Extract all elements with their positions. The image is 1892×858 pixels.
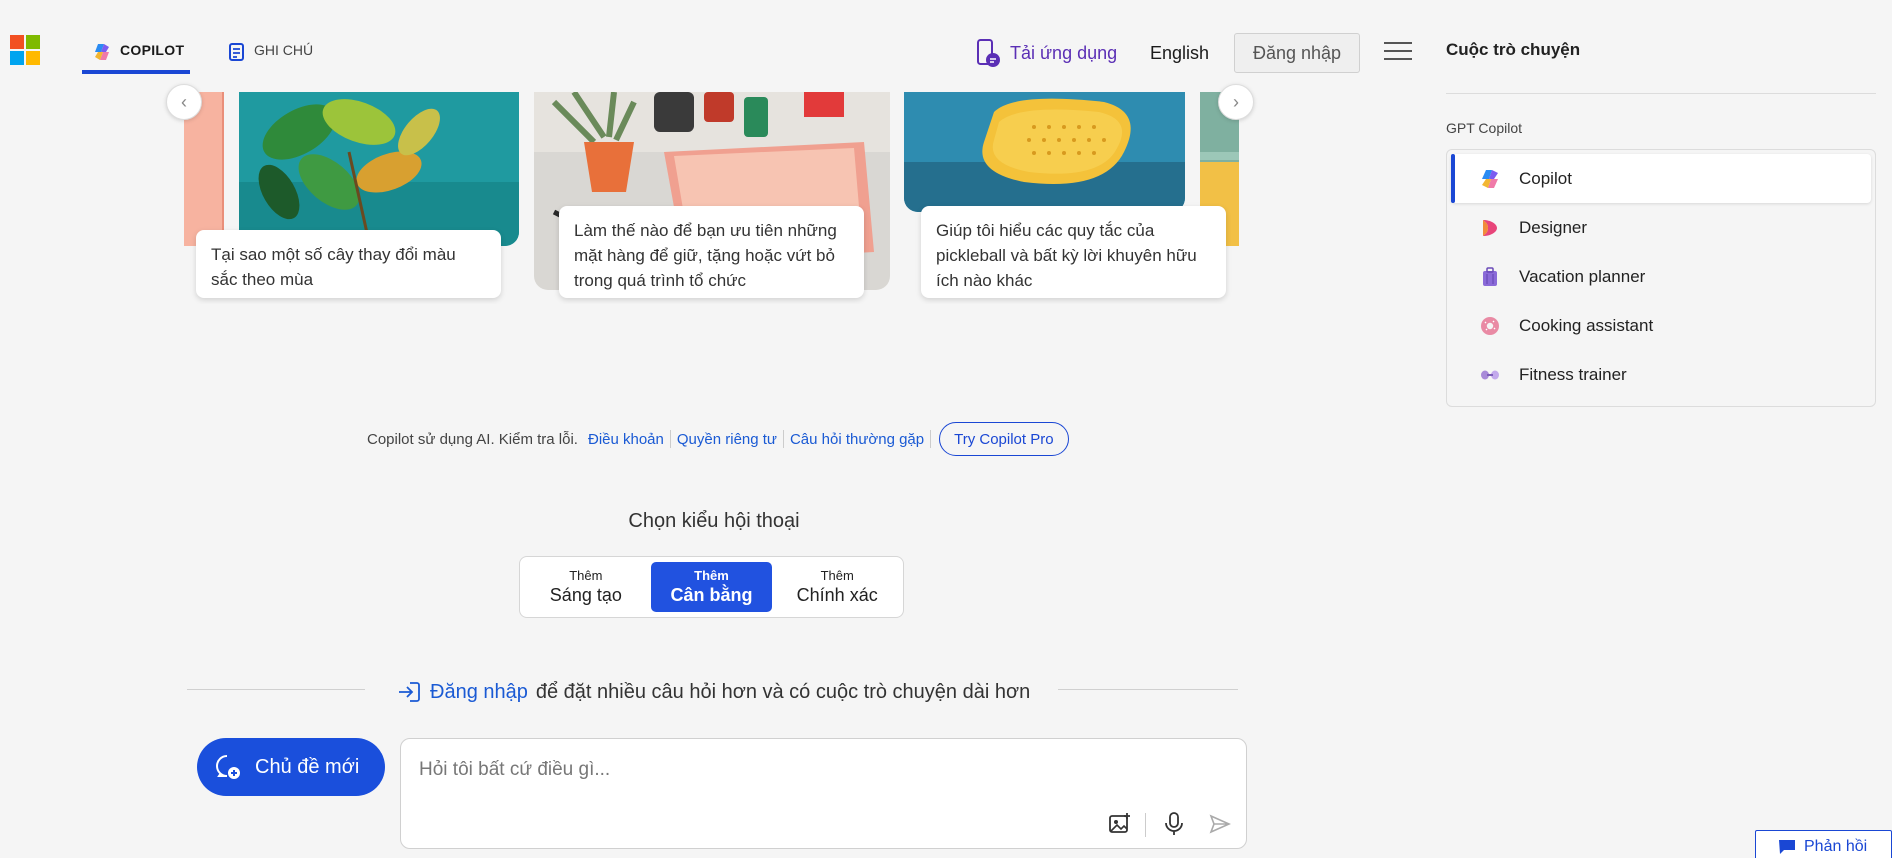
language-label: English [1150, 42, 1210, 63]
sidebar-item-vacation-planner[interactable]: Vacation planner [1451, 252, 1871, 301]
style-balanced-button[interactable]: Thêm Cân bằng [650, 562, 773, 612]
logo-red-square [10, 35, 24, 49]
signin-prompt-link[interactable]: Đăng nhập [430, 681, 528, 704]
designer-icon [1483, 219, 1497, 236]
feedback-label: Phản hồi [1804, 838, 1868, 855]
try-copilot-pro-button[interactable]: Try Copilot Pro [939, 422, 1069, 456]
microsoft-logo[interactable] [10, 35, 40, 65]
copilot-icon [95, 44, 109, 60]
tab-copilot[interactable]: COPILOT [82, 38, 190, 74]
tab-copilot-label: COPILOT [120, 42, 185, 58]
sidebar-divider [1446, 93, 1876, 94]
tab-notes[interactable]: GHI CHÚ [228, 38, 313, 74]
style-precise-button[interactable]: Thêm Chính xác [776, 562, 898, 612]
sidebar-item-label: Fitness trainer [1519, 364, 1627, 384]
privacy-link[interactable]: Quyền riêng tư [671, 431, 783, 448]
hamburger-menu-icon[interactable] [1384, 42, 1412, 62]
style-option-prefix: Thêm [569, 568, 603, 583]
chat-input[interactable] [419, 755, 1219, 785]
feedback-button[interactable]: Phản hồi [1755, 830, 1892, 858]
faq-link[interactable]: Câu hỏi thường gặp [784, 431, 930, 448]
sidebar-item-label: Copilot [1519, 168, 1572, 188]
copilot-icon [1482, 169, 1498, 188]
tool-separator [1145, 813, 1146, 837]
new-topic-label: Chủ đề mới [255, 755, 360, 778]
conversation-style-selector: Thêm Sáng tạo Thêm Cân bằng Thêm Chính x… [519, 556, 904, 618]
suggestion-card-1[interactable]: Tại sao một số cây thay đổi màu sắc theo… [196, 230, 501, 298]
divider-left [187, 689, 365, 690]
logo-yellow-square [26, 51, 40, 65]
carousel-next-arrow-icon[interactable]: › [1218, 84, 1254, 120]
signin-prompt: Đăng nhập để đặt nhiều câu hỏi hơn và có… [396, 677, 1030, 707]
mobile-app-icon [977, 39, 1000, 67]
ai-disclaimer: Copilot sử dụng AI. Kiểm tra lỗi. [367, 430, 578, 448]
terms-link[interactable]: Điều khoản [582, 431, 670, 448]
link-separator [930, 430, 932, 448]
get-app-label: Tải ứng dụng [1010, 42, 1118, 63]
style-option-prefix: Thêm [820, 568, 854, 583]
card-image-plant[interactable] [239, 92, 519, 246]
logo-blue-square [10, 51, 24, 65]
signin-button[interactable]: Đăng nhập [1234, 33, 1360, 73]
conversation-style-title: Chọn kiểu hội thoại [628, 510, 800, 532]
gpt-list: Copilot Designer Vacation planner Cookin… [1446, 149, 1876, 407]
style-option-prefix: Thêm [694, 568, 729, 583]
sidebar-item-designer[interactable]: Designer [1451, 203, 1871, 252]
sidebar-item-cooking-assistant[interactable]: Cooking assistant [1451, 301, 1871, 350]
sidebar-item-fitness-trainer[interactable]: Fitness trainer [1451, 350, 1871, 399]
image-upload-icon[interactable] [1105, 809, 1135, 839]
get-app-link[interactable]: Tải ứng dụng [976, 33, 1117, 73]
card-image-pickleball[interactable] [904, 92, 1185, 212]
suggestion-card-2[interactable]: Làm thế nào để bạn ưu tiên những mặt hàn… [559, 206, 864, 298]
suggestion-card-3[interactable]: Giúp tôi hiểu các quy tắc của pickleball… [921, 206, 1226, 298]
sidebar-item-label: Designer [1519, 217, 1588, 237]
send-icon[interactable] [1205, 809, 1235, 839]
style-option-label: Cân bằng [670, 585, 753, 605]
signin-prompt-text: để đặt nhiều câu hỏi hơn và có cuộc trò … [535, 680, 1031, 703]
feedback-icon [1779, 840, 1795, 854]
dumbbell-icon [1481, 370, 1499, 379]
sidebar-item-label: Cooking assistant [1519, 315, 1654, 335]
suggestion-carousel: Tại sao một số cây thay đổi màu sắc theo… [184, 92, 1239, 304]
notes-icon [229, 43, 244, 61]
divider-right [1058, 689, 1238, 690]
language-selector[interactable]: English [1150, 33, 1209, 73]
sidebar-item-label: Vacation planner [1519, 266, 1646, 286]
style-creative-button[interactable]: Thêm Sáng tạo [525, 562, 647, 612]
chat-composer [400, 738, 1247, 849]
signin-arrow-icon [399, 682, 420, 702]
style-option-label: Chính xác [796, 585, 878, 605]
style-option-label: Sáng tạo [549, 585, 622, 605]
sidebar-section-label: GPT Copilot [1446, 120, 1522, 136]
suitcase-icon [1483, 266, 1497, 286]
donut-icon [1481, 316, 1499, 335]
new-topic-button[interactable]: Chủ đề mới [197, 738, 385, 796]
sidebar-title: Cuộc trò chuyện [1446, 40, 1581, 59]
legal-links: Copilot sử dụng AI. Kiểm tra lỗi. Điều k… [367, 421, 1069, 457]
microphone-icon[interactable] [1159, 809, 1189, 839]
new-chat-icon [216, 755, 240, 779]
sidebar-item-copilot[interactable]: Copilot [1451, 154, 1871, 203]
tab-notes-label: GHI CHÚ [254, 42, 314, 58]
carousel-prev-arrow-icon[interactable]: ‹ [166, 84, 202, 120]
logo-green-square [26, 35, 40, 49]
